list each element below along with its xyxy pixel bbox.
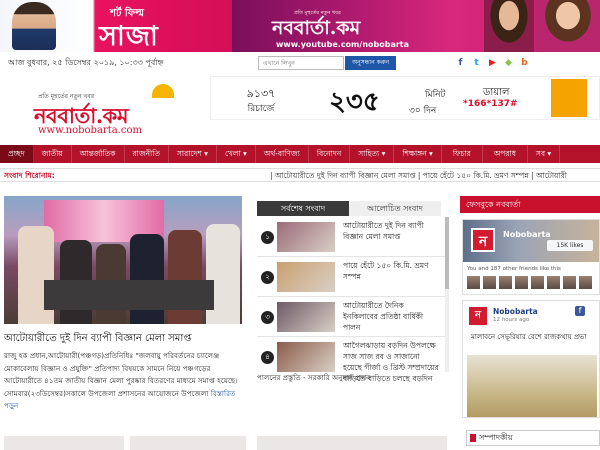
avatar[interactable] <box>499 276 512 289</box>
next-section-peek <box>257 436 447 450</box>
facebook-icon[interactable]: f <box>455 58 466 69</box>
like-button[interactable]: 15K likes <box>547 240 593 251</box>
lead-story-title[interactable]: আটোয়ারীতে দুই দিন ব্যাপী বিজ্ঞান মেলা স… <box>4 331 244 348</box>
avatar[interactable] <box>515 276 528 289</box>
news-ticker: সংবাদ শিরোনাম: | আটোয়ারীতে দুই দিন ব্যা… <box>0 168 600 182</box>
news-tabs: সর্বশেষ সংবাদ আলোচিত সংবাদ <box>257 201 442 216</box>
news-thumbnail[interactable] <box>277 302 335 332</box>
facebook-post[interactable]: ন Nobobarta 12 hours ago f মালাবনে সেভূর… <box>462 300 600 418</box>
android-icon[interactable]: ◆ <box>503 58 514 69</box>
page-logo-icon: ন <box>471 228 495 252</box>
avatar[interactable] <box>579 276 592 289</box>
ad-model-image <box>536 0 600 52</box>
main-nav: প্রচ্ছদ জাতীয় আন্তর্জাতিক রাজনীতি সারাদ… <box>0 145 600 163</box>
nav-item-international[interactable]: আন্তর্জাতিক <box>72 145 125 163</box>
facebook-page-name[interactable]: Nobobarta <box>503 230 551 239</box>
nav-item-sports[interactable]: খেলা ▾ <box>217 145 256 163</box>
nav-item-politics[interactable]: রাজনীতি <box>125 145 169 163</box>
list-item[interactable]: ৩ আটোয়ারীতে দৈনিক ইনকিলাবের প্রতিষ্ঠা ব… <box>257 297 445 337</box>
news-title[interactable]: পায়ে হেঁটে ১৫০ কি.মি. ভ্রমণ সম্পন্ন <box>343 260 439 282</box>
item-number: ১ <box>261 231 274 244</box>
search-input[interactable] <box>258 56 344 70</box>
twitter-icon[interactable]: t <box>471 58 482 69</box>
lead-story-body: রাজু হক প্রধান,আটোয়ারী(পঞ্চগড়)প্রতিনিধ… <box>4 350 247 413</box>
news-title[interactable]: আটোয়ারীতে দৈনিক ইনকিলাবের প্রতিষ্ঠা বার… <box>343 300 439 333</box>
short-film-ad[interactable]: শর্ট ফিল্ম সাজা <box>0 0 232 52</box>
avatar[interactable] <box>483 276 496 289</box>
blog-icon[interactable]: b <box>519 58 530 69</box>
facebook-section-title: ফেসবুকে নববার্তা <box>460 196 600 213</box>
search-button[interactable]: অনুসন্ধান করুন <box>345 56 396 70</box>
avatar[interactable] <box>531 276 544 289</box>
news-thumbnail[interactable] <box>277 222 335 252</box>
ad-person-image <box>12 2 56 50</box>
youtube-icon[interactable]: ▶ <box>487 58 498 69</box>
editorial-section-title[interactable]: সম্পাদকীয় <box>466 430 600 446</box>
telecom-ad-banner[interactable]: ৯১৩৭ রিচার্জে ২৩৫ মিনিট ৩০ দিন ডায়াল *1… <box>210 76 600 120</box>
nav-item-national[interactable]: জাতীয় <box>34 145 72 163</box>
news-thumbnail[interactable] <box>277 262 335 292</box>
nav-item-home[interactable]: প্রচ্ছদ <box>0 145 34 163</box>
news-list-scrollbar[interactable] <box>445 217 449 372</box>
ticker-text[interactable]: | আটোয়ারীতে দুই দিন ব্যাপী বিজ্ঞান মেলা… <box>270 169 567 181</box>
page-logo-icon: ন <box>469 307 487 325</box>
list-item[interactable]: ২ পায়ে হেঁটে ১৫০ কি.মি. ভ্রমণ সম্পন্ন <box>257 257 445 297</box>
friend-avatars <box>467 276 592 289</box>
nav-item-entertainment[interactable]: বিনোদন <box>309 145 351 163</box>
youtube-ad[interactable]: প্রতি মূহুর্তের নতুন খবর নববার্তা.কম www… <box>232 0 600 52</box>
facebook-page-widget[interactable]: ন Nobobarta 15K likes You and 187 other … <box>462 219 600 295</box>
facebook-icon: f <box>575 306 585 316</box>
ad-days: ৩০ দিন <box>409 106 437 116</box>
next-section-peek <box>4 436 124 450</box>
list-item[interactable]: ৪ আগৈলঝাড়ায় বড়দিন উপলক্ষে সাজ সাজ রব … <box>257 337 445 383</box>
ad-url: www.youtube.com/nobobarta <box>276 40 410 49</box>
top-ad-banner[interactable]: শর্ট ফিল্ম সাজা প্রতি মূহুর্তের নতুন খবর… <box>0 0 600 52</box>
avatar[interactable] <box>563 276 576 289</box>
item-number: ৪ <box>261 351 274 364</box>
person-figure <box>130 234 164 324</box>
scrollbar-thumb[interactable] <box>445 217 449 289</box>
banglalink-logo-icon <box>551 79 587 117</box>
lead-story-text: রাজু হক প্রধান,আটোয়ারী(পঞ্চগড়)প্রতিনিধ… <box>4 351 238 398</box>
nav-item-literature[interactable]: সাহিত্য ▾ <box>350 145 395 163</box>
lead-story-image[interactable] <box>4 196 242 324</box>
latest-news-list: ১ আটোয়ারীতে দুই দিন ব্যাপী বিজ্ঞান মেলা… <box>257 217 445 383</box>
current-date: আজ বুধবার, ২৫ ডিসেম্বর ২০১৯, ১০:৩৩ পূর্ব… <box>8 58 164 67</box>
avatar[interactable] <box>547 276 560 289</box>
post-author[interactable]: Nobobarta <box>493 307 538 316</box>
news-title[interactable]: আটোয়ারীতে দুই দিন ব্যাপী বিজ্ঞান মেলা স… <box>343 220 439 242</box>
nav-item-education[interactable]: শিক্ষাঙ্গন ▾ <box>394 145 442 163</box>
nav-item-feature[interactable]: ফিচার <box>442 145 483 163</box>
post-image[interactable] <box>467 355 597 417</box>
news-thumbnail[interactable] <box>277 342 335 372</box>
ad-dial-code: *166*137# <box>463 99 518 109</box>
nav-item-all[interactable]: সব ▾ <box>528 145 561 163</box>
news-list-overflow-text: পালনের প্রস্তুতি - সরকারি অনুদান প্রদান <box>257 373 371 382</box>
nav-item-country[interactable]: সারাদেশ ▾ <box>169 145 217 163</box>
tab-popular-news[interactable]: আলোচিত সংবাদ <box>349 201 441 216</box>
tab-latest-news[interactable]: সর্বশেষ সংবাদ <box>257 201 349 216</box>
prize-table <box>44 280 214 310</box>
list-item[interactable]: ১ আটোয়ারীতে দুই দিন ব্যাপী বিজ্ঞান মেলা… <box>257 217 445 257</box>
ad-minutes: ২৩৫ <box>329 87 380 117</box>
ad-big-text: সাজা <box>99 21 159 52</box>
item-number: ২ <box>261 271 274 284</box>
next-section-peek <box>130 436 246 450</box>
social-links: f t ▶ ◆ b <box>455 57 530 69</box>
ad-model-image <box>484 0 534 52</box>
ad-minutes-unit: মিনিট <box>425 90 446 100</box>
friends-like-text: You and 187 other friends like this <box>467 266 561 272</box>
post-text: মালাবনে সেভূরিয়ার বেশে রাজকথায় প্রভা <box>471 333 587 341</box>
avatar[interactable] <box>467 276 480 289</box>
post-time: 12 hours ago <box>493 317 530 323</box>
nav-item-economy[interactable]: অর্থ-বাণিজ্য <box>256 145 309 163</box>
sun-icon <box>152 84 174 98</box>
item-number: ৩ <box>261 311 274 324</box>
nav-item-crime[interactable]: অপরাধ <box>483 145 528 163</box>
ad-recharge-label: রিচার্জে <box>247 104 275 114</box>
ticker-label: সংবাদ শিরোনাম: <box>4 171 55 180</box>
logo-url: www.nobobarta.com <box>38 125 142 136</box>
facebook-cover-image[interactable]: ন Nobobarta 15K likes <box>463 220 599 262</box>
site-logo[interactable]: প্রতি মূহুর্তের নতুন খবর নববার্তা.কম www… <box>32 80 182 140</box>
